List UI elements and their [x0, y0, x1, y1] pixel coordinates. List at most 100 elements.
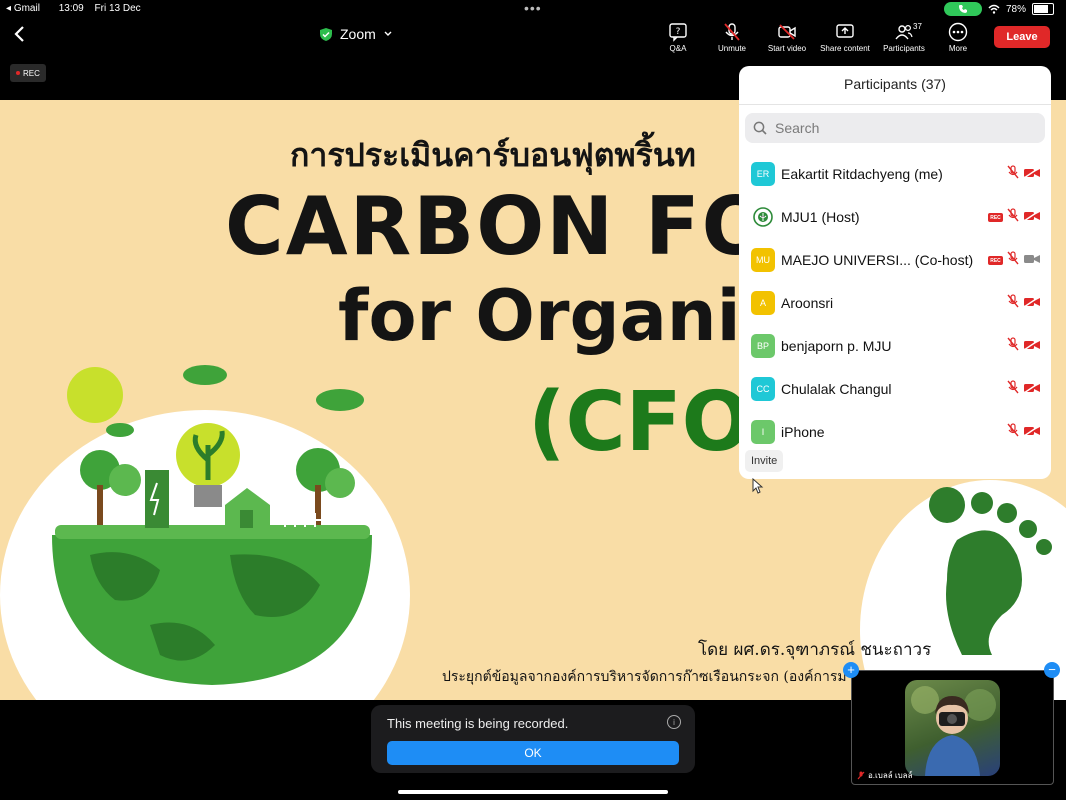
start-video-label: Start video [767, 44, 807, 53]
video-off-icon [1023, 295, 1041, 313]
participant-status-icons: REC [988, 251, 1041, 270]
date: Fri 13 Dec [94, 3, 141, 14]
toast-message: This meeting is being recorded. [387, 716, 569, 731]
more-icon [948, 22, 968, 42]
mic-muted-icon [1007, 251, 1019, 270]
participant-row[interactable]: CC Chulalak Changul [739, 367, 1051, 410]
avatar: A [751, 290, 775, 315]
chevron-down-icon [384, 31, 392, 36]
self-video-tile[interactable]: อ.เบลล์ เบลล์ [851, 670, 1054, 785]
participant-name: MJU1 (Host) [781, 208, 860, 225]
info-icon[interactable]: i [667, 715, 681, 729]
green-footprint-illustration [929, 487, 1052, 655]
status-bar: ◂ Gmail 13:09 Fri 13 Dec ••• 78% [0, 0, 1066, 18]
back-chevron-icon[interactable] [10, 24, 30, 44]
minimize-self-view-icon[interactable]: − [1044, 662, 1060, 678]
more-label: More [948, 44, 968, 53]
call-pill[interactable] [943, 2, 982, 16]
self-video-image [905, 680, 1000, 776]
share-content-label: Share content [820, 44, 870, 53]
microphone-muted-icon [724, 23, 740, 41]
more-button[interactable]: More [923, 22, 993, 53]
meeting-toolbar: Zoom ? Q&A Unmute Start video Share cont… [0, 18, 1066, 58]
wifi-icon [988, 4, 1000, 14]
meeting-title[interactable]: Zoom [320, 26, 392, 42]
participants-icon [895, 24, 913, 40]
battery-level [1034, 5, 1049, 13]
status-left: ◂ Gmail 13:09 Fri 13 Dec [6, 3, 149, 14]
panel-divider [739, 104, 1051, 105]
participant-name: Eakartit Ritdachyeng (me) [781, 165, 943, 182]
mic-muted-icon [1007, 165, 1019, 184]
ok-button[interactable]: OK [387, 741, 679, 765]
invite-button[interactable]: Invite [745, 450, 784, 472]
participant-row[interactable]: MU MAEJO UNIVERSI... (Co-host) REC [739, 238, 1051, 281]
green-earth-illustration [52, 365, 372, 685]
participant-row[interactable]: IiPhone [739, 410, 1051, 453]
phone-icon [958, 5, 967, 13]
qa-label: Q&A [669, 44, 687, 53]
shield-check-icon [320, 27, 332, 41]
mic-muted-icon [1007, 208, 1019, 227]
avatar: BP [751, 333, 775, 358]
svg-text:?: ? [676, 27, 681, 37]
recording-toast: This meeting is being recorded. i OK [371, 705, 695, 773]
qa-icon: ? [669, 23, 687, 42]
avatar: CC [751, 376, 775, 401]
share-screen-icon [836, 24, 854, 38]
expand-self-view-icon[interactable]: + [843, 662, 859, 678]
recording-dot-icon [16, 71, 20, 75]
video-off-icon [1023, 166, 1041, 184]
avatar: I [751, 419, 775, 444]
participant-row[interactable]: MJU1 (Host) REC [739, 195, 1051, 238]
participants-panel: Participants (37) ER Eakartit Ritdachyeng… [739, 66, 1051, 479]
mic-muted-icon [857, 771, 865, 780]
participants-count: 37 [913, 22, 922, 31]
recording-badge-icon: REC [988, 213, 1003, 222]
clock: 13:09 [58, 3, 84, 14]
mic-muted-icon [1007, 294, 1019, 313]
mic-muted-icon [1007, 337, 1019, 356]
participant-row[interactable]: BP benjaporn p. MJU [739, 324, 1051, 367]
participant-status-icons: REC [988, 208, 1041, 227]
slide-source-note: ประยุกต์ข้อมูลจากองค์การบริหารจัดการก๊าซ… [442, 669, 847, 685]
unmute-label: Unmute [717, 44, 746, 53]
video-camera-icon [1023, 252, 1041, 270]
search-input[interactable] [773, 119, 1027, 137]
recording-badge: REC [10, 64, 46, 82]
participant-row[interactable]: A Aroonsri [739, 281, 1051, 324]
battery-icon [1032, 3, 1054, 15]
avatar [751, 205, 775, 229]
avatar: ER [751, 161, 775, 186]
multitask-dots-icon[interactable]: ••• [524, 0, 542, 16]
back-app-label: Gmail [13, 3, 40, 14]
participant-search[interactable] [745, 113, 1045, 143]
video-off-icon [1023, 338, 1041, 356]
participants-label: Participants [883, 44, 925, 53]
slide-byline: โดย ผศ.ดร.จุฑาภรณ์ ชนะถาวร [698, 640, 932, 660]
video-off-icon [778, 24, 796, 40]
cursor-arrow-icon [752, 478, 764, 494]
participant-name: Aroonsri [781, 294, 834, 311]
participant-status-icons [1007, 423, 1041, 442]
mic-muted-icon [1007, 423, 1019, 442]
participant-status-icons [1007, 294, 1041, 313]
mic-muted-icon [1007, 380, 1019, 399]
participant-row[interactable]: ER Eakartit Ritdachyeng (me) [739, 152, 1051, 195]
avatar: MU [751, 247, 775, 272]
recording-label: REC [23, 68, 40, 78]
participant-name: Chulalak Changul [781, 380, 892, 397]
video-off-icon [1023, 424, 1041, 442]
back-to-app[interactable]: ◂ Gmail [6, 3, 48, 14]
video-off-icon [1023, 209, 1041, 227]
video-off-icon [1023, 381, 1041, 399]
home-indicator[interactable] [398, 790, 668, 794]
self-name-label: อ.เบลล์ เบลล์ [857, 769, 912, 782]
meeting-title-text: Zoom [340, 26, 376, 42]
battery-percent: 78% [1005, 3, 1026, 15]
person-with-camera-photo [911, 686, 996, 776]
recording-badge-icon: REC [988, 256, 1003, 265]
leave-button[interactable]: Leave [994, 26, 1050, 48]
participant-name: iPhone [781, 423, 825, 440]
slide-title-line2: for Organiz [338, 275, 782, 357]
